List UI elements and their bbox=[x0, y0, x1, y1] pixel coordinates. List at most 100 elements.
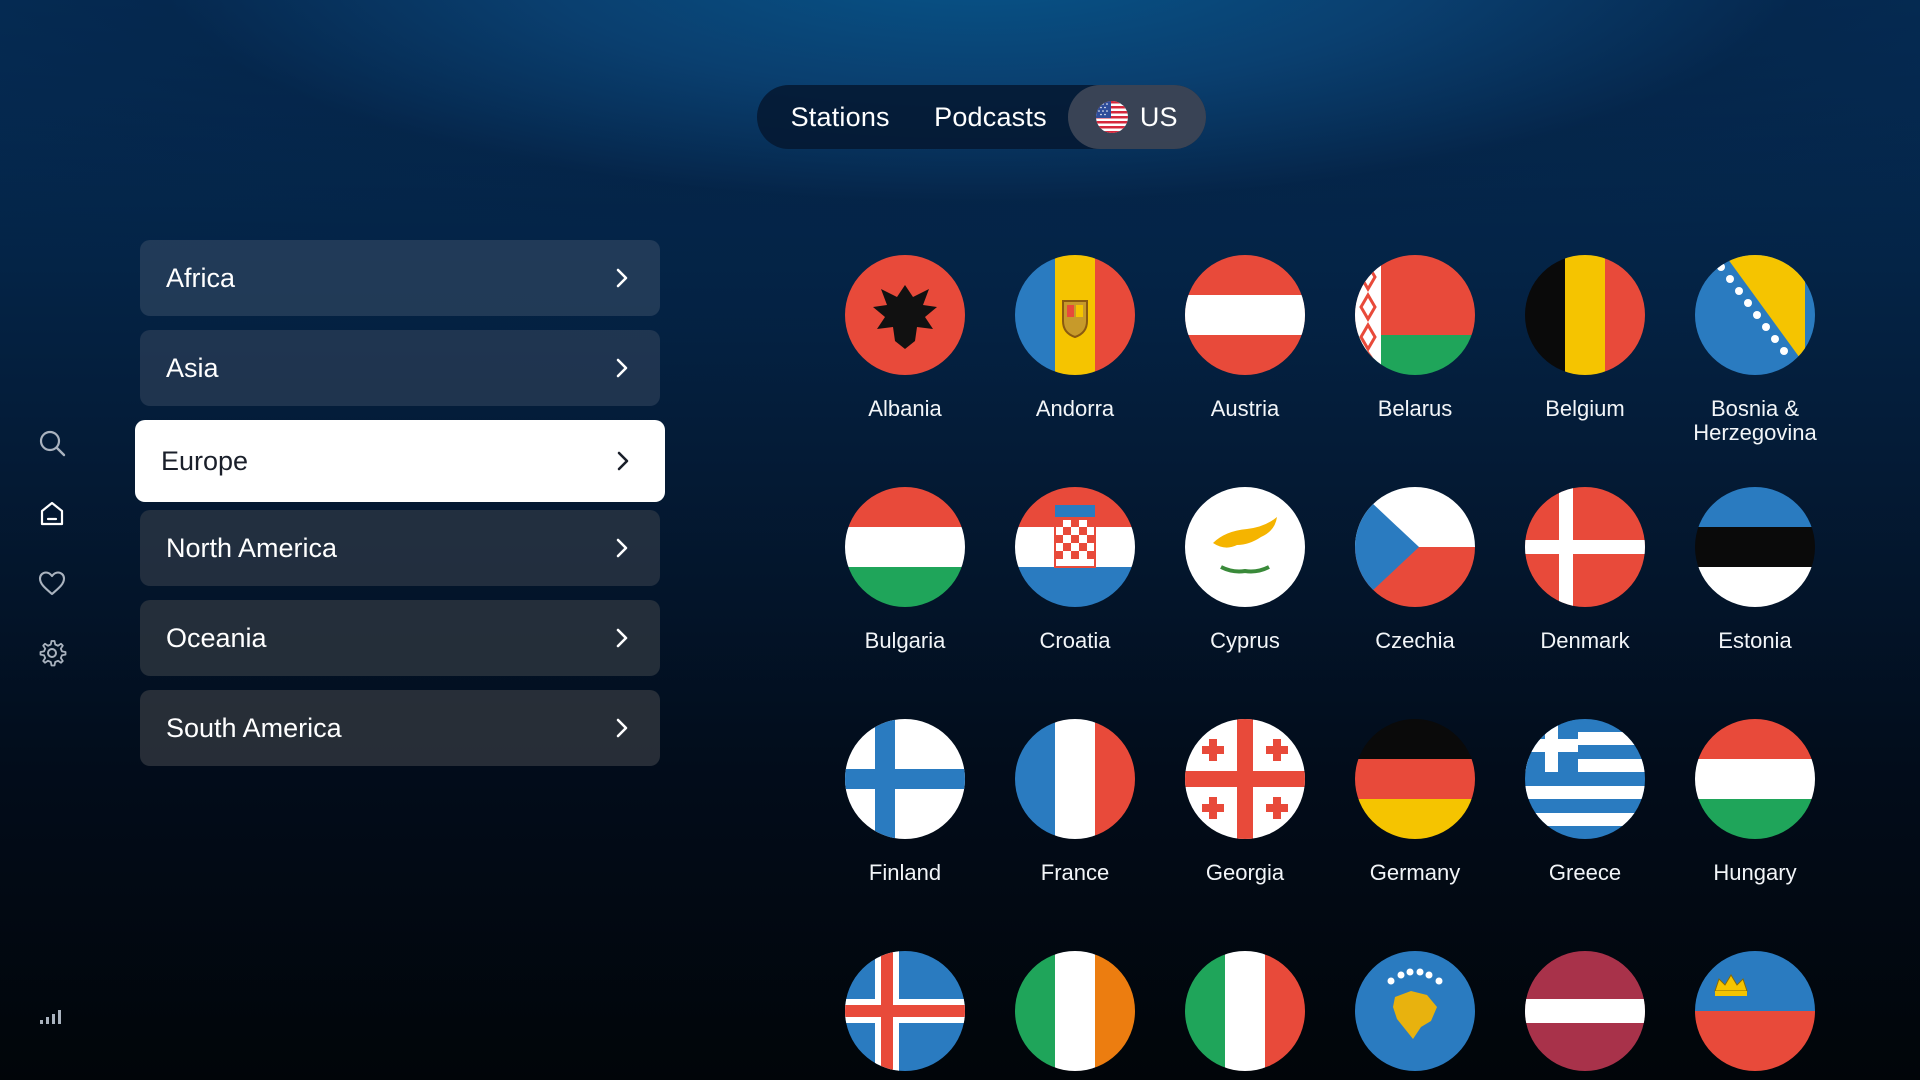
greece-flag-icon bbox=[1525, 719, 1645, 839]
country-belgium[interactable]: Belgium bbox=[1500, 255, 1670, 421]
region-oceania[interactable]: Oceania bbox=[140, 600, 660, 676]
country-name: Belarus bbox=[1377, 396, 1453, 421]
albania-flag-icon bbox=[845, 255, 965, 375]
country-denmark[interactable]: Denmark bbox=[1500, 487, 1670, 653]
country-estonia[interactable]: Estonia bbox=[1670, 487, 1840, 653]
belgium-flag-icon bbox=[1525, 255, 1645, 375]
country-croatia[interactable]: Croatia bbox=[990, 487, 1160, 653]
region-label: US bbox=[1139, 101, 1178, 132]
us-flag-icon bbox=[1095, 101, 1128, 133]
chevron-right-icon bbox=[616, 358, 628, 378]
country-germany[interactable]: Germany bbox=[1330, 719, 1500, 885]
denmark-flag-icon bbox=[1525, 487, 1645, 607]
chevron-right-icon bbox=[616, 718, 628, 738]
country-greece[interactable]: Greece bbox=[1500, 719, 1670, 885]
region-north-america[interactable]: North America bbox=[140, 510, 660, 586]
country-name: Georgia bbox=[1205, 860, 1285, 885]
finland-flag-icon bbox=[845, 719, 965, 839]
country-latvia[interactable] bbox=[1500, 951, 1670, 1071]
home-button[interactable] bbox=[34, 495, 70, 531]
liechtenstein-flag-icon bbox=[1695, 951, 1815, 1071]
country-iceland[interactable] bbox=[820, 951, 990, 1071]
country-name: Albania bbox=[868, 396, 942, 421]
settings-icon bbox=[39, 640, 67, 667]
country-name: Hungary bbox=[1713, 860, 1797, 885]
country-austria[interactable]: Austria bbox=[1160, 255, 1330, 421]
side-rail bbox=[30, 425, 74, 671]
country-andorra[interactable]: Andorra bbox=[990, 255, 1160, 421]
country-name: Croatia bbox=[1039, 628, 1111, 653]
country-belarus[interactable]: Belarus bbox=[1330, 255, 1500, 421]
country-name: Bulgaria bbox=[864, 628, 946, 653]
country-cyprus[interactable]: Cyprus bbox=[1160, 487, 1330, 653]
andorra-flag-icon bbox=[1015, 255, 1135, 375]
country-liechtenstein[interactable] bbox=[1670, 951, 1840, 1071]
region-europe[interactable]: Europe bbox=[135, 420, 665, 502]
heart-icon bbox=[38, 571, 66, 596]
latvia-flag-icon bbox=[1525, 951, 1645, 1071]
country-name: Finland bbox=[868, 860, 942, 885]
estonia-flag-icon bbox=[1695, 487, 1815, 607]
region-label: North America bbox=[166, 532, 338, 563]
belarus-flag-icon bbox=[1355, 255, 1475, 375]
bulgaria-flag-icon bbox=[845, 487, 965, 607]
country-bosnia-herzegovina[interactable]: Bosnia & Herzegovina bbox=[1670, 255, 1840, 445]
austria-flag-icon bbox=[1185, 255, 1305, 375]
country-name: Belgium bbox=[1545, 396, 1625, 421]
country-czechia[interactable]: Czechia bbox=[1330, 487, 1500, 653]
country-name: Austria bbox=[1210, 396, 1280, 421]
iceland-flag-icon bbox=[845, 951, 965, 1071]
chevron-right-icon bbox=[617, 451, 629, 471]
country-name: Germany bbox=[1369, 860, 1461, 885]
country-georgia[interactable]: Georgia bbox=[1160, 719, 1330, 885]
country-kosovo[interactable] bbox=[1330, 951, 1500, 1071]
search-icon bbox=[39, 430, 66, 457]
bosnia-herzegovina-flag-icon bbox=[1695, 255, 1815, 375]
country-name: Andorra bbox=[1035, 396, 1115, 421]
search-button[interactable] bbox=[34, 425, 70, 461]
country-name: Bosnia & Herzegovina bbox=[1693, 396, 1817, 445]
country-albania[interactable]: Albania bbox=[820, 255, 990, 421]
ireland-flag-icon bbox=[1015, 951, 1135, 1071]
france-flag-icon bbox=[1015, 719, 1135, 839]
region-label: South America bbox=[166, 712, 342, 743]
cyprus-flag-icon bbox=[1185, 487, 1305, 607]
region-label: Asia bbox=[166, 352, 219, 383]
region-selector-button[interactable]: US bbox=[1067, 85, 1206, 149]
country-bulgaria[interactable]: Bulgaria bbox=[820, 487, 990, 653]
region-south-america[interactable]: South America bbox=[140, 690, 660, 766]
region-africa[interactable]: Africa bbox=[140, 240, 660, 316]
croatia-flag-icon bbox=[1015, 487, 1135, 607]
country-ireland[interactable] bbox=[990, 951, 1160, 1071]
country-name: Denmark bbox=[1540, 628, 1630, 653]
country-name: France bbox=[1040, 860, 1110, 885]
hungary-flag-icon bbox=[1695, 719, 1815, 839]
chevron-right-icon bbox=[616, 268, 628, 288]
germany-flag-icon bbox=[1355, 719, 1475, 839]
region-label: Europe bbox=[161, 445, 249, 476]
kosovo-flag-icon bbox=[1355, 951, 1475, 1071]
signal-icon bbox=[40, 1010, 61, 1024]
top-nav: Stations Podcasts US bbox=[757, 85, 1206, 149]
country-finland[interactable]: Finland bbox=[820, 719, 990, 885]
georgia-flag-icon bbox=[1185, 719, 1305, 839]
country-france[interactable]: France bbox=[990, 719, 1160, 885]
region-asia[interactable]: Asia bbox=[140, 330, 660, 406]
czechia-flag-icon bbox=[1355, 487, 1475, 607]
region-label: Oceania bbox=[166, 622, 267, 653]
country-italy[interactable] bbox=[1160, 951, 1330, 1071]
country-name: Cyprus bbox=[1210, 628, 1280, 653]
settings-button[interactable] bbox=[34, 635, 70, 671]
tab-stations[interactable]: Stations bbox=[767, 85, 913, 149]
country-name: Czechia bbox=[1375, 628, 1455, 653]
chevron-right-icon bbox=[616, 538, 628, 558]
italy-flag-icon bbox=[1185, 951, 1305, 1071]
home-icon bbox=[40, 501, 64, 526]
country-name: Greece bbox=[1548, 860, 1622, 885]
country-name: Estonia bbox=[1718, 628, 1792, 653]
country-hungary[interactable]: Hungary bbox=[1670, 719, 1840, 885]
favorites-button[interactable] bbox=[34, 565, 70, 601]
tab-podcasts[interactable]: Podcasts bbox=[913, 85, 1067, 149]
region-label: Africa bbox=[166, 262, 236, 293]
chevron-right-icon bbox=[616, 628, 628, 648]
